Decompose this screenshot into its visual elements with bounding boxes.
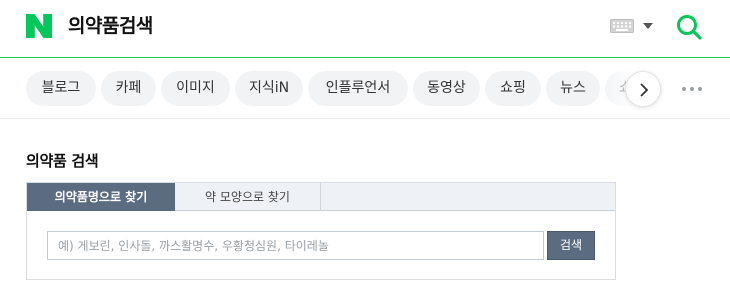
tab-blog[interactable]: 블로그 xyxy=(26,71,96,106)
naver-logo-icon[interactable] xyxy=(26,14,52,38)
tab-images[interactable]: 이미지 xyxy=(161,71,230,106)
search-button[interactable]: 검색 xyxy=(547,231,595,260)
panel-tabs: 의약품명으로 찾기 약 모양으로 찾기 xyxy=(27,183,615,211)
drug-search-panel: 의약품명으로 찾기 약 모양으로 찾기 검색 xyxy=(26,182,616,280)
search-icon[interactable] xyxy=(675,13,703,41)
more-icon[interactable] xyxy=(680,84,704,94)
drug-search-input[interactable] xyxy=(47,231,544,260)
tab-shopping[interactable]: 쇼핑 xyxy=(485,71,541,106)
keyboard-icon[interactable] xyxy=(610,19,634,33)
tabs-next-button[interactable] xyxy=(625,71,661,107)
tab-influencer[interactable]: 인플루언서 xyxy=(308,71,408,106)
tab-cafe[interactable]: 카페 xyxy=(101,71,156,106)
caret-down-icon[interactable] xyxy=(643,22,653,30)
tab-news[interactable]: 뉴스 xyxy=(546,71,600,106)
tab-by-name[interactable]: 의약품명으로 찾기 xyxy=(27,183,175,211)
top-header: 의약품검색 xyxy=(0,0,730,58)
tab-by-shape[interactable]: 약 모양으로 찾기 xyxy=(175,183,321,211)
chevron-right-icon xyxy=(640,83,649,97)
section-title: 의약품 검색 xyxy=(26,152,99,170)
tab-kin[interactable]: 지식iN xyxy=(235,71,303,106)
page-title: 의약품검색 xyxy=(68,15,153,37)
tab-video[interactable]: 동영상 xyxy=(413,71,480,106)
search-tabs: 블로그 카페 이미지 지식iN 인플루언서 동영상 쇼핑 뉴스 쇼 xyxy=(0,59,730,119)
